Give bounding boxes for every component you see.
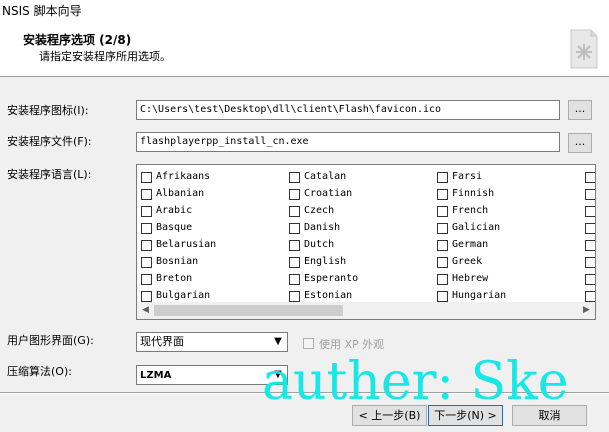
checkbox-icon[interactable] xyxy=(585,240,595,251)
checkbox-icon[interactable] xyxy=(585,257,595,268)
page-subtitle: 请指定安装程序所用选项。 xyxy=(39,50,171,63)
output-file-field[interactable]: flashplayerpp_install_cn.exe xyxy=(136,132,560,152)
title-bar: NSIS 脚本向导 xyxy=(0,0,609,20)
setup-wizard-icon xyxy=(557,22,609,74)
checkbox-icon[interactable] xyxy=(141,206,152,217)
checkbox-icon[interactable] xyxy=(585,223,595,234)
checkbox-icon[interactable] xyxy=(303,338,314,349)
compress-select-value: LZMA xyxy=(140,370,172,381)
compress-label: 压缩算法(O): xyxy=(7,365,72,378)
checkbox-icon[interactable] xyxy=(585,172,595,183)
checkbox-icon[interactable] xyxy=(289,257,300,268)
icon-path-field[interactable]: C:\Users\test\Desktop\dll\client\Flash\f… xyxy=(136,100,560,120)
browse-icon-button[interactable]: ... xyxy=(568,100,592,120)
browse-file-button[interactable]: ... xyxy=(568,133,592,153)
checkbox-icon[interactable] xyxy=(141,223,152,234)
cancel-button[interactable]: 取消 xyxy=(512,405,587,426)
checkbox-icon[interactable] xyxy=(437,206,448,217)
window-title: NSIS 脚本向导 xyxy=(2,4,82,18)
checkbox-icon[interactable] xyxy=(437,240,448,251)
checkbox-icon[interactable] xyxy=(289,172,300,183)
wizard-header: 安装程序选项 (2/8) 请指定安装程序所用选项。 xyxy=(0,20,609,77)
checkbox-icon[interactable] xyxy=(437,257,448,268)
xp-style-checkbox[interactable]: 使用 XP 外观 xyxy=(303,336,384,352)
checkbox-icon[interactable] xyxy=(141,240,152,251)
checkbox-icon[interactable] xyxy=(289,240,300,251)
file-label: 安装程序文件(F): xyxy=(7,135,92,148)
checkbox-icon[interactable] xyxy=(289,206,300,217)
horizontal-scrollbar[interactable]: ◀ ▶ xyxy=(137,302,595,319)
chevron-down-icon[interactable]: ▼ xyxy=(271,335,285,349)
watermark-text: auther: Ske xyxy=(262,352,569,412)
checkbox-icon[interactable] xyxy=(585,291,595,302)
checkbox-icon[interactable] xyxy=(437,189,448,200)
back-button[interactable]: < 上一步(B) xyxy=(352,405,427,426)
checkbox-icon[interactable] xyxy=(585,206,595,217)
checkbox-icon[interactable] xyxy=(585,189,595,200)
scrollbar-thumb[interactable] xyxy=(154,305,343,316)
icon-label: 安装程序图标(I): xyxy=(7,104,89,117)
scroll-right-icon[interactable]: ▶ xyxy=(578,302,595,319)
page-title: 安装程序选项 (2/8) xyxy=(23,33,132,47)
checkbox-icon[interactable] xyxy=(141,189,152,200)
checkbox-icon[interactable] xyxy=(437,172,448,183)
checkbox-icon[interactable] xyxy=(289,274,300,285)
checkbox-icon[interactable] xyxy=(437,223,448,234)
checkbox-icon[interactable] xyxy=(289,189,300,200)
next-button[interactable]: 下一步(N) > xyxy=(428,405,503,426)
ui-select-value: 现代界面 xyxy=(140,335,184,348)
checkbox-icon[interactable] xyxy=(289,291,300,302)
language-label: 安装程序语言(L): xyxy=(7,168,92,181)
checkbox-icon[interactable] xyxy=(585,274,595,285)
checkbox-icon[interactable] xyxy=(141,172,152,183)
checkbox-icon[interactable] xyxy=(437,291,448,302)
checkbox-icon[interactable] xyxy=(437,274,448,285)
language-list[interactable]: Afrikaans Albanian Arabic Basque Belarus… xyxy=(136,164,596,320)
checkbox-icon[interactable] xyxy=(141,257,152,268)
xp-style-label: 使用 XP 外观 xyxy=(319,338,385,351)
scroll-left-icon[interactable]: ◀ xyxy=(137,302,154,319)
checkbox-icon[interactable] xyxy=(141,274,152,285)
checkbox-icon[interactable] xyxy=(141,291,152,302)
ui-label: 用户图形界面(G): xyxy=(7,334,94,347)
ui-select[interactable]: 现代界面 ▼ xyxy=(136,332,288,352)
checkbox-icon[interactable] xyxy=(289,223,300,234)
